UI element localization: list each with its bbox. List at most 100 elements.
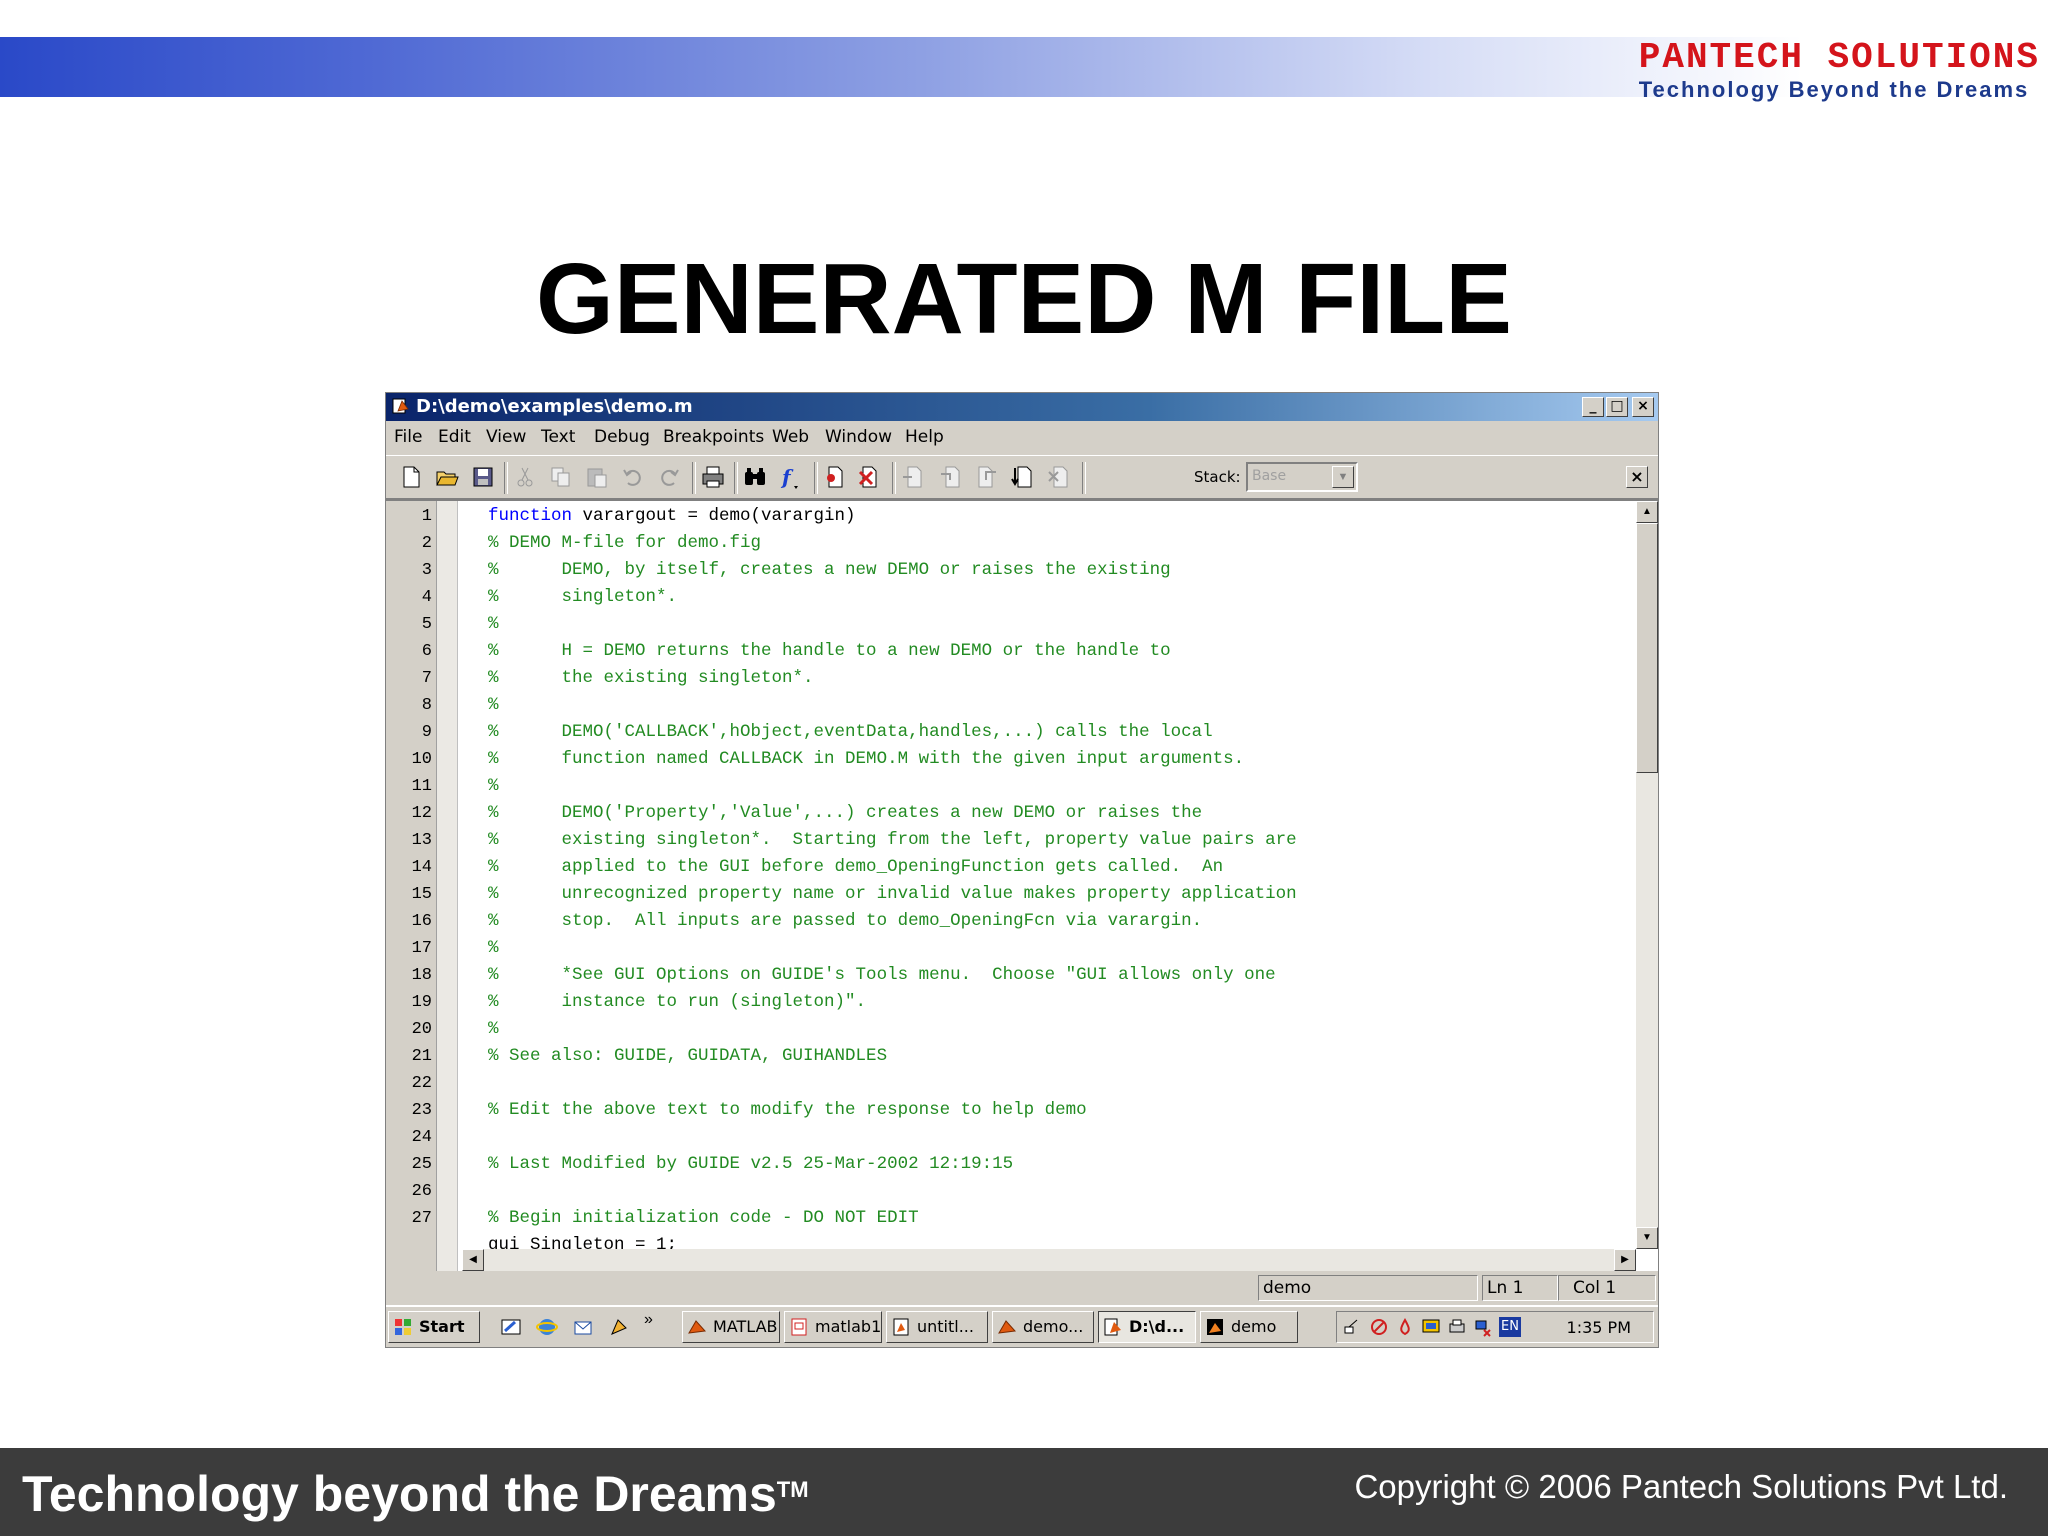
code-line[interactable]: % DEMO M-file for demo.fig xyxy=(488,530,761,557)
exit-debug-icon[interactable] xyxy=(1046,464,1072,490)
minimize-button[interactable]: _ xyxy=(1582,397,1604,417)
code-line[interactable]: % the existing singleton*. xyxy=(488,665,814,692)
code-line[interactable]: % Edit the above text to modify the resp… xyxy=(488,1097,1087,1124)
taskbar-button-editor-active[interactable]: D:\d... xyxy=(1098,1311,1196,1343)
vertical-scroll-thumb[interactable] xyxy=(1636,523,1658,773)
taskbar-button-untitled[interactable]: untitl... xyxy=(886,1311,988,1343)
code-line[interactable]: % xyxy=(488,773,499,800)
menu-breakpoints[interactable]: Breakpoints xyxy=(663,427,764,447)
code-line[interactable]: % xyxy=(488,935,499,962)
menu-file[interactable]: File xyxy=(394,427,422,447)
line-number: 27 xyxy=(411,1209,432,1228)
language-indicator[interactable]: EN xyxy=(1499,1317,1521,1337)
close-document-icon[interactable]: × xyxy=(1626,466,1648,488)
code-comment: % DEMO, by itself, creates a new DEMO or… xyxy=(488,560,1171,580)
status-column: Col 1 xyxy=(1558,1275,1656,1301)
set-breakpoint-icon[interactable] xyxy=(822,464,848,490)
pantech-logo: PANTECH SOLUTIONS Technology Beyond the … xyxy=(1639,38,2040,102)
network-disconnected-icon[interactable] xyxy=(1473,1317,1493,1337)
code-comment: % xyxy=(488,695,499,715)
chevron-down-icon[interactable]: ▼ xyxy=(1332,466,1354,488)
menu-debug[interactable]: Debug xyxy=(594,427,650,447)
scroll-down-icon[interactable]: ▼ xyxy=(1636,1227,1658,1249)
code-line[interactable]: function varargout = demo(varargin) xyxy=(488,503,856,530)
code-editor[interactable]: 1 function varargout = demo(varargin) 2 % D… xyxy=(386,499,1658,1271)
internet-explorer-icon[interactable] xyxy=(536,1316,558,1338)
code-line[interactable]: % Last Modified by GUIDE v2.5 25-Mar-200… xyxy=(488,1151,1013,1178)
code-line[interactable]: % H = DEMO returns the handle to a new D… xyxy=(488,638,1171,665)
step-out-icon[interactable] xyxy=(974,464,1000,490)
code-line[interactable]: % existing singleton*. Starting from the… xyxy=(488,827,1297,854)
code-line[interactable]: % instance to run (singleton)". xyxy=(488,989,866,1016)
paste-icon[interactable] xyxy=(584,464,610,490)
redo-icon[interactable] xyxy=(656,464,682,490)
toolbar-separator xyxy=(814,462,818,494)
undo-icon[interactable] xyxy=(620,464,646,490)
vertical-scrollbar[interactable]: ▲ ▼ xyxy=(1636,501,1658,1249)
code-line[interactable]: % xyxy=(488,611,499,638)
window-titlebar[interactable]: D:\demo\examples\demo.m _ □ × xyxy=(386,393,1658,421)
acrobat-icon[interactable] xyxy=(1395,1317,1415,1337)
new-file-icon[interactable] xyxy=(398,464,424,490)
code-line[interactable]: % function named CALLBACK in DEMO.M with… xyxy=(488,746,1244,773)
close-button[interactable]: × xyxy=(1632,397,1654,417)
menu-web[interactable]: Web xyxy=(772,427,809,447)
open-folder-icon[interactable] xyxy=(434,464,460,490)
code-line[interactable]: % xyxy=(488,692,499,719)
menu-help[interactable]: Help xyxy=(905,427,944,447)
taskbar-button-demo-figure[interactable]: demo... xyxy=(992,1311,1094,1343)
continue-icon[interactable] xyxy=(1010,464,1036,490)
show-desktop-icon[interactable] xyxy=(500,1316,522,1338)
display-settings-icon[interactable] xyxy=(1421,1317,1441,1337)
stack-dropdown[interactable]: Base ▼ xyxy=(1246,462,1358,492)
code-line[interactable]: gui_Singleton = 1; xyxy=(488,1232,677,1249)
maximize-button[interactable]: □ xyxy=(1606,397,1628,417)
toolbar-separator xyxy=(504,462,508,494)
network-icon[interactable] xyxy=(1343,1317,1363,1337)
menu-window[interactable]: Window xyxy=(825,427,892,447)
step-in-icon[interactable] xyxy=(938,464,964,490)
line-number: 18 xyxy=(411,966,432,985)
scroll-right-icon[interactable]: ▶ xyxy=(1614,1249,1636,1271)
copy-icon[interactable] xyxy=(548,464,574,490)
taskbar-button-demo[interactable]: demo xyxy=(1200,1311,1298,1343)
launch-app-icon[interactable] xyxy=(608,1316,630,1338)
menu-edit[interactable]: Edit xyxy=(438,427,471,447)
save-icon[interactable] xyxy=(470,464,496,490)
cut-icon[interactable] xyxy=(512,464,538,490)
printer-tray-icon[interactable] xyxy=(1447,1317,1467,1337)
quicklaunch-more-icon[interactable]: » xyxy=(644,1311,653,1329)
code-line[interactable]: % DEMO('Property','Value',...) creates a… xyxy=(488,800,1202,827)
code-comment: % *See GUI Options on GUIDE's Tools menu… xyxy=(488,965,1276,985)
code-line[interactable]: % xyxy=(488,1016,499,1043)
code-line[interactable]: % Begin initialization code - DO NOT EDI… xyxy=(488,1205,919,1232)
code-line[interactable]: % See also: GUIDE, GUIDATA, GUIHANDLES xyxy=(488,1043,887,1070)
code-line[interactable]: % stop. All inputs are passed to demo_Op… xyxy=(488,908,1202,935)
taskbar-button-matlab[interactable]: MATLAB xyxy=(682,1311,780,1343)
scroll-left-icon[interactable]: ◀ xyxy=(462,1249,484,1271)
menu-view[interactable]: View xyxy=(486,427,526,447)
find-binoculars-icon[interactable] xyxy=(742,464,768,490)
antivirus-icon[interactable] xyxy=(1369,1317,1389,1337)
start-button[interactable]: Start xyxy=(388,1311,480,1343)
logo-name: PANTECH SOLUTIONS xyxy=(1638,37,2040,78)
code-comment: % function named CALLBACK in DEMO.M with… xyxy=(488,749,1245,769)
print-icon[interactable] xyxy=(700,464,726,490)
step-icon[interactable] xyxy=(900,464,926,490)
outlook-express-icon[interactable] xyxy=(572,1316,594,1338)
line-number: 1 xyxy=(421,507,432,526)
code-line[interactable]: % *See GUI Options on GUIDE's Tools menu… xyxy=(488,962,1276,989)
scroll-up-icon[interactable]: ▲ xyxy=(1636,501,1658,523)
code-line[interactable]: % DEMO, by itself, creates a new DEMO or… xyxy=(488,557,1171,584)
clear-breakpoints-icon[interactable] xyxy=(856,464,882,490)
menu-text[interactable]: Text xyxy=(541,427,575,447)
taskbar-button-matlab1[interactable]: matlab1 xyxy=(784,1311,882,1343)
horizontal-scrollbar[interactable]: ◀ ▶ xyxy=(462,1249,1636,1271)
line-number: 10 xyxy=(411,750,432,769)
code-line[interactable]: % DEMO('CALLBACK',hObject,eventData,hand… xyxy=(488,719,1213,746)
code-line[interactable]: % singleton*. xyxy=(488,584,677,611)
code-line[interactable]: % applied to the GUI before demo_Opening… xyxy=(488,854,1223,881)
code-line[interactable]: % unrecognized property name or invalid … xyxy=(488,881,1297,908)
line-number: 12 xyxy=(411,804,432,823)
function-icon[interactable]: f xyxy=(778,464,804,490)
